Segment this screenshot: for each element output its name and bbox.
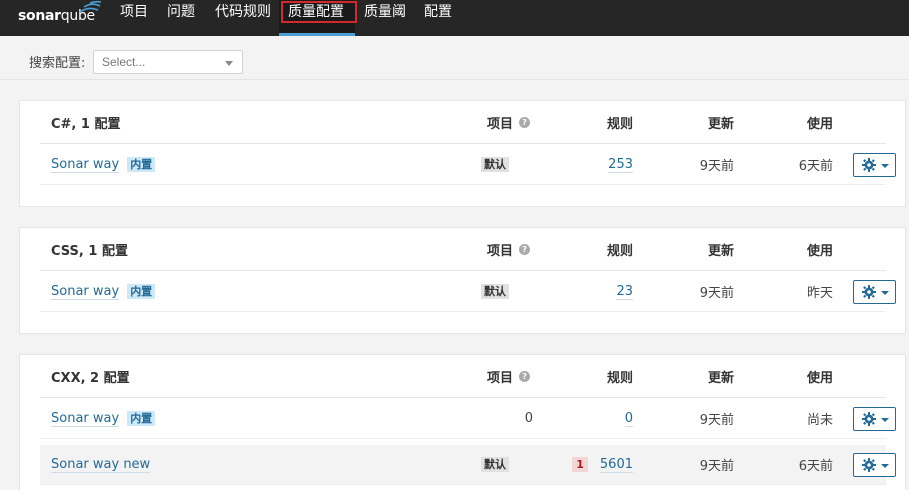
column-updated: 更新	[707, 370, 734, 386]
updated-value: 9天前	[699, 159, 734, 174]
gear-icon	[862, 458, 876, 472]
profile-name-link[interactable]: Sonar way	[51, 411, 120, 427]
gear-icon	[862, 412, 876, 426]
search-label: 搜索配置:	[29, 56, 86, 71]
profile-actions-button[interactable]	[853, 280, 896, 304]
profile-row: Sonar way 内置 0 0 9天前 尚未	[40, 399, 896, 439]
top-navigation-bar: sonar qube 项目 问题 代码规则 质量配置 质量阈 配置	[0, 0, 909, 36]
profile-row: Sonar way new 默认 1 5601 9天前 6天前	[40, 445, 896, 485]
rules-count-link[interactable]: 23	[616, 284, 633, 300]
default-badge: 默认	[481, 284, 509, 299]
rules-count: 23	[583, 272, 633, 311]
rules-count-link[interactable]: 253	[608, 157, 633, 173]
builtin-badge: 内置	[127, 157, 156, 172]
caret-down-icon	[881, 291, 889, 295]
column-updated: 更新	[707, 116, 734, 132]
updated-value: 9天前	[699, 286, 734, 301]
gear-icon	[862, 285, 876, 299]
used-value: 昨天	[806, 286, 833, 301]
profile-name-link[interactable]: Sonar way new	[51, 457, 151, 473]
column-used: 使用	[806, 116, 833, 132]
profile-row: Sonar way 内置 默认 23 9天前 昨天	[40, 272, 896, 312]
deprecated-rules-badge[interactable]: 1	[572, 457, 588, 472]
used-value: 尚未	[806, 413, 833, 428]
help-icon[interactable]: ?	[519, 370, 531, 382]
highlight-box	[281, 1, 357, 23]
profile-name: Sonar way 内置	[51, 272, 156, 311]
profile-row: Sonar way 内置 默认 253 9天前 6天前	[40, 145, 896, 185]
column-rules: 规则	[606, 370, 633, 386]
caret-down-icon	[881, 164, 889, 168]
rules-count: 1 5601	[560, 445, 633, 484]
column-rules: 规则	[606, 243, 633, 259]
section-header: C#, 1 配置 项目? 规则 更新 使用	[40, 101, 886, 144]
section-title: CSS, 1 配置	[51, 243, 128, 259]
profile-search-select[interactable]: Select...	[93, 50, 243, 74]
nav-issues[interactable]: 问题	[167, 0, 195, 36]
help-icon[interactable]: ?	[519, 116, 531, 128]
updated-value: 9天前	[699, 459, 734, 474]
profile-section-cxx: CXX, 2 配置 项目? 规则 更新 使用 Sonar way 内置 0 0 9…	[19, 354, 906, 490]
profile-actions-button[interactable]	[853, 453, 896, 477]
column-projects: 项目?	[487, 101, 531, 143]
profile-name-link[interactable]: Sonar way	[51, 284, 120, 300]
rules-count: 253	[583, 145, 633, 184]
nav-projects[interactable]: 项目	[120, 0, 148, 36]
help-icon[interactable]: ?	[519, 243, 531, 255]
caret-down-icon	[881, 464, 889, 468]
updated-value: 9天前	[699, 413, 734, 428]
profile-search-bar: 搜索配置: Select...	[0, 36, 909, 80]
builtin-badge: 内置	[127, 284, 156, 299]
profile-name: Sonar way 内置	[51, 145, 156, 184]
chevron-down-icon	[225, 61, 233, 66]
rules-count-link[interactable]: 0	[624, 411, 633, 427]
column-updated: 更新	[707, 243, 734, 259]
used-value: 6天前	[798, 159, 833, 174]
sonarqube-logo[interactable]: sonar qube	[18, 0, 102, 30]
gear-icon	[862, 158, 876, 172]
default-badge: 默认	[481, 157, 509, 172]
profile-name: Sonar way new	[51, 445, 151, 484]
column-projects: 项目?	[487, 355, 531, 397]
column-projects: 项目?	[487, 228, 531, 270]
builtin-badge: 内置	[127, 411, 156, 426]
logo-text-main: sonar	[18, 8, 61, 24]
used-value: 6天前	[798, 459, 833, 474]
rules-count-link[interactable]: 5601	[599, 457, 633, 473]
section-header: CSS, 1 配置 项目? 规则 更新 使用	[40, 228, 886, 271]
logo-waves-icon	[79, 0, 102, 13]
profile-actions-button[interactable]	[853, 407, 896, 431]
profile-actions-button[interactable]	[853, 153, 896, 177]
nav-coding-rules[interactable]: 代码规则	[215, 0, 271, 36]
profile-section-csharp: C#, 1 配置 项目? 规则 更新 使用 Sonar way 内置 默认 253…	[19, 100, 906, 207]
rules-count: 0	[583, 399, 633, 438]
caret-down-icon	[881, 418, 889, 422]
select-placeholder: Select...	[102, 55, 146, 69]
profile-name-link[interactable]: Sonar way	[51, 157, 120, 173]
section-header: CXX, 2 配置 项目? 规则 更新 使用	[40, 355, 886, 398]
column-used: 使用	[806, 370, 833, 386]
nav-settings[interactable]: 配置	[424, 0, 452, 36]
projects-count: 0	[524, 411, 533, 426]
section-title: C#, 1 配置	[51, 116, 121, 132]
nav-quality-gates[interactable]: 质量阈	[364, 0, 406, 36]
column-used: 使用	[806, 243, 833, 259]
profile-section-css: CSS, 1 配置 项目? 规则 更新 使用 Sonar way 内置 默认 23…	[19, 227, 906, 334]
profile-name: Sonar way 内置	[51, 399, 156, 438]
section-title: CXX, 2 配置	[51, 370, 130, 386]
column-rules: 规则	[606, 116, 633, 132]
default-badge: 默认	[481, 457, 509, 472]
